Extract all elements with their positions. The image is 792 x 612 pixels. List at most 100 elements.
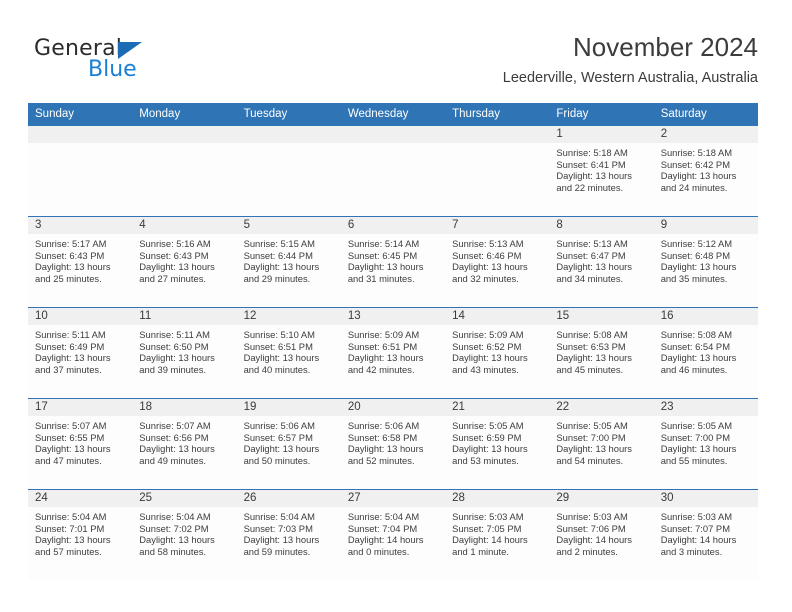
sunset-text: Sunset: 7:03 PM xyxy=(243,522,313,534)
sunrise-text: Sunrise: 5:09 AM xyxy=(347,329,420,340)
day-details: Sunrise: 5:08 AM Sunset: 6:54 PM Daylight:… xyxy=(654,325,758,375)
sunrise-text: Sunrise: 5:05 AM xyxy=(660,420,733,431)
sunrise-text: Sunrise: 5:18 AM xyxy=(660,147,733,158)
calendar-day-cell[interactable]: 15 Sunrise: 5:08 AM Sunset: 6:53 PM Dayligh… xyxy=(549,308,654,398)
daylight-text: Daylight: 13 hours and 42 minutes. xyxy=(347,352,424,375)
daylight-text: Daylight: 13 hours and 52 minutes. xyxy=(347,443,424,466)
calendar-day-cell[interactable]: 20 Sunrise: 5:06 AM Sunset: 6:58 PM Dayligh… xyxy=(340,399,446,489)
calendar-day-cell[interactable]: 24 Sunrise: 5:04 AM Sunset: 7:01 PM Dayligh… xyxy=(28,490,133,580)
calendar-day-cell[interactable]: 23 Sunrise: 5:05 AM Sunset: 7:00 PM Dayligh… xyxy=(653,399,758,489)
daylight-text: Daylight: 13 hours and 37 minutes. xyxy=(35,352,111,375)
daylight-text: Daylight: 13 hours and 40 minutes. xyxy=(243,352,320,375)
calendar-grid: Sunday Monday Tuesday Wednesday Thursday Frid… xyxy=(28,103,758,580)
day-number: 29 xyxy=(549,490,654,507)
day-number: 6 xyxy=(340,217,446,234)
title-block: November 2024 Leederville, Western Austr… xyxy=(503,32,758,87)
calendar-day-cell-empty xyxy=(132,126,237,216)
day-number: 25 xyxy=(132,490,237,507)
calendar-day-cell[interactable]: 5 Sunrise: 5:15 AM Sunset: 6:44 PM Daylight… xyxy=(236,217,341,307)
calendar-day-cell[interactable]: 26 Sunrise: 5:04 AM Sunset: 7:03 PM Dayligh… xyxy=(236,490,341,580)
sunset-text: Sunset: 7:05 PM xyxy=(452,522,522,534)
calendar-day-cell[interactable]: 11 Sunrise: 5:11 AM Sunset: 6:50 PM Dayligh… xyxy=(132,308,237,398)
day-details: Sunrise: 5:14 AM Sunset: 6:45 PM Daylight:… xyxy=(341,234,445,284)
weekday-header-thursday: Thursday xyxy=(452,108,501,120)
calendar-day-cell[interactable]: 18 Sunrise: 5:07 AM Sunset: 6:56 PM Dayligh… xyxy=(132,399,237,489)
day-number: 24 xyxy=(28,490,133,507)
sunset-text: Sunset: 6:47 PM xyxy=(556,249,626,261)
day-details: Sunrise: 5:09 AM Sunset: 6:52 PM Daylight:… xyxy=(445,325,549,375)
day-number: 22 xyxy=(549,399,654,416)
sunset-text: Sunset: 7:07 PM xyxy=(660,522,730,534)
daylight-text: Daylight: 13 hours and 31 minutes. xyxy=(347,261,424,284)
day-number: 11 xyxy=(132,308,237,325)
calendar-day-cell[interactable]: 29 Sunrise: 5:03 AM Sunset: 7:06 PM Dayligh… xyxy=(549,490,654,580)
calendar-day-cell[interactable]: 8 Sunrise: 5:13 AM Sunset: 6:47 PM Daylight… xyxy=(549,217,654,307)
day-details: Sunrise: 5:06 AM Sunset: 6:57 PM Daylight:… xyxy=(237,416,341,466)
calendar-day-cell[interactable]: 30 Sunrise: 5:03 AM Sunset: 7:07 PM Dayligh… xyxy=(653,490,758,580)
calendar-week-row: 24 Sunrise: 5:04 AM Sunset: 7:01 PM Dayligh… xyxy=(28,489,758,580)
sunset-text: Sunset: 6:59 PM xyxy=(452,431,522,443)
day-details: Sunrise: 5:04 AM Sunset: 7:04 PM Daylight:… xyxy=(341,507,445,557)
calendar-day-cell[interactable]: 25 Sunrise: 5:04 AM Sunset: 7:02 PM Dayligh… xyxy=(132,490,237,580)
calendar-day-cell[interactable]: 16 Sunrise: 5:08 AM Sunset: 6:54 PM Dayligh… xyxy=(653,308,758,398)
calendar-day-cell[interactable]: 2 Sunrise: 5:18 AM Sunset: 6:42 PM Daylight… xyxy=(653,126,758,216)
day-details: Sunrise: 5:08 AM Sunset: 6:53 PM Daylight:… xyxy=(549,325,653,375)
calendar-day-cell[interactable]: 4 Sunrise: 5:16 AM Sunset: 6:43 PM Daylight… xyxy=(132,217,237,307)
day-details: Sunrise: 5:11 AM Sunset: 6:50 PM Daylight:… xyxy=(132,325,236,375)
calendar-day-cell[interactable]: 14 Sunrise: 5:09 AM Sunset: 6:52 PM Dayligh… xyxy=(445,308,550,398)
page-header: General Blue November 2024 Leederville, … xyxy=(0,0,792,100)
sunrise-text: Sunrise: 5:18 AM xyxy=(556,147,628,158)
calendar-day-cell[interactable]: 17 Sunrise: 5:07 AM Sunset: 6:55 PM Dayligh… xyxy=(28,399,133,489)
calendar-week-row: 17 Sunrise: 5:07 AM Sunset: 6:55 PM Dayligh… xyxy=(28,398,758,489)
sunrise-text: Sunrise: 5:10 AM xyxy=(243,329,315,340)
calendar-day-cell[interactable]: 1 Sunrise: 5:18 AM Sunset: 6:41 PM Daylight… xyxy=(549,126,654,216)
sunrise-text: Sunrise: 5:04 AM xyxy=(35,511,107,522)
calendar-day-cell[interactable]: 12 Sunrise: 5:10 AM Sunset: 6:51 PM Dayligh… xyxy=(236,308,341,398)
calendar-day-cell[interactable]: 27 Sunrise: 5:04 AM Sunset: 7:04 PM Dayligh… xyxy=(340,490,446,580)
sunrise-text: Sunrise: 5:11 AM xyxy=(35,329,106,340)
sunset-text: Sunset: 7:02 PM xyxy=(139,522,209,534)
calendar-day-cell[interactable]: 21 Sunrise: 5:05 AM Sunset: 6:59 PM Dayligh… xyxy=(445,399,550,489)
sunrise-text: Sunrise: 5:13 AM xyxy=(556,238,628,249)
sunrise-text: Sunrise: 5:14 AM xyxy=(347,238,420,249)
sunrise-text: Sunrise: 5:03 AM xyxy=(660,511,733,522)
daylight-text: Daylight: 14 hours and 2 minutes. xyxy=(556,534,632,557)
weekday-header-friday: Friday xyxy=(556,108,589,120)
calendar-day-cell[interactable]: 7 Sunrise: 5:13 AM Sunset: 6:46 PM Daylight… xyxy=(445,217,550,307)
sunrise-text: Sunrise: 5:12 AM xyxy=(660,238,733,249)
sunrise-text: Sunrise: 5:13 AM xyxy=(452,238,524,249)
daylight-text: Daylight: 13 hours and 45 minutes. xyxy=(556,352,632,375)
sunset-text: Sunset: 6:43 PM xyxy=(139,249,209,261)
sunrise-text: Sunrise: 5:07 AM xyxy=(35,420,107,431)
day-details: Sunrise: 5:09 AM Sunset: 6:51 PM Daylight:… xyxy=(341,325,445,375)
day-number: 14 xyxy=(445,308,550,325)
calendar-day-cell-empty xyxy=(445,126,550,216)
calendar-day-cell[interactable]: 3 Sunrise: 5:17 AM Sunset: 6:43 PM Daylight… xyxy=(28,217,133,307)
day-number xyxy=(28,126,133,143)
day-number: 4 xyxy=(132,217,237,234)
calendar-day-cell[interactable]: 19 Sunrise: 5:06 AM Sunset: 6:57 PM Dayligh… xyxy=(236,399,341,489)
calendar-day-cell[interactable]: 9 Sunrise: 5:12 AM Sunset: 6:48 PM Daylight… xyxy=(653,217,758,307)
calendar-day-cell[interactable]: 28 Sunrise: 5:03 AM Sunset: 7:05 PM Dayligh… xyxy=(445,490,550,580)
general-blue-logo: General Blue xyxy=(34,38,234,90)
calendar-day-cell[interactable]: 6 Sunrise: 5:14 AM Sunset: 6:45 PM Daylight… xyxy=(340,217,446,307)
sunset-text: Sunset: 6:45 PM xyxy=(347,249,418,261)
day-details: Sunrise: 5:03 AM Sunset: 7:07 PM Daylight:… xyxy=(654,507,758,557)
calendar-day-cell[interactable]: 10 Sunrise: 5:11 AM Sunset: 6:49 PM Dayligh… xyxy=(28,308,133,398)
day-number: 17 xyxy=(28,399,133,416)
daylight-text: Daylight: 14 hours and 1 minute. xyxy=(452,534,528,557)
sunset-text: Sunset: 6:52 PM xyxy=(452,340,522,352)
day-number: 20 xyxy=(340,399,446,416)
day-number: 3 xyxy=(28,217,133,234)
day-details: Sunrise: 5:13 AM Sunset: 6:46 PM Daylight:… xyxy=(445,234,549,284)
day-number: 21 xyxy=(445,399,550,416)
sunrise-text: Sunrise: 5:17 AM xyxy=(35,238,107,249)
daylight-text: Daylight: 14 hours and 3 minutes. xyxy=(660,534,737,557)
day-number: 5 xyxy=(236,217,341,234)
sunset-text: Sunset: 6:54 PM xyxy=(660,340,730,352)
calendar-day-cell[interactable]: 22 Sunrise: 5:05 AM Sunset: 7:00 PM Dayligh… xyxy=(549,399,654,489)
page-title: November 2024 xyxy=(573,32,758,62)
day-number: 15 xyxy=(549,308,654,325)
sunrise-text: Sunrise: 5:15 AM xyxy=(243,238,315,249)
calendar-day-cell[interactable]: 13 Sunrise: 5:09 AM Sunset: 6:51 PM Dayligh… xyxy=(340,308,446,398)
